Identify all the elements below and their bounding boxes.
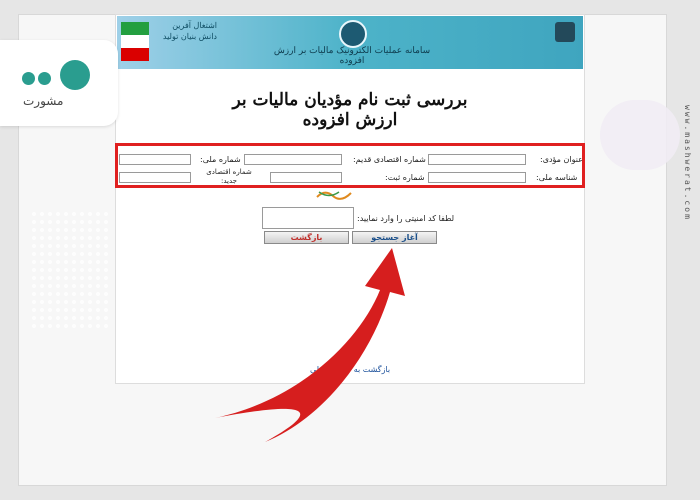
old-economic-code-input[interactable] bbox=[244, 154, 342, 165]
old-economic-code-label: شماره اقتصادی قدیم: bbox=[353, 155, 426, 164]
watermark-url: www.mashwerat.com bbox=[683, 105, 692, 221]
new-economic-code-label: شماره اقتصادی جدید: bbox=[206, 168, 252, 185]
banner-title: سامانه عملیات الکترونیک مالیات بر ارزش ا… bbox=[273, 46, 431, 66]
logo-text: مشورت bbox=[23, 94, 64, 108]
search-button[interactable]: آغاز جستجو bbox=[352, 231, 437, 244]
banner-slogan: اشتغال آفرین دانش بنیان تولید bbox=[162, 21, 217, 41]
taxpayer-title-input[interactable] bbox=[428, 154, 526, 165]
new-economic-code-input[interactable] bbox=[119, 172, 191, 183]
ministry-logo-icon bbox=[555, 22, 575, 42]
page-title: بررسی ثبت نام مؤدیان مالیات بر ارزش افزو… bbox=[232, 90, 468, 130]
decorative-dots bbox=[30, 210, 110, 330]
registration-number-label: شماره ثبت: bbox=[385, 173, 425, 182]
national-number-label: شماره ملی: bbox=[200, 155, 241, 164]
captcha-glyph-icon bbox=[316, 191, 352, 200]
return-home-link[interactable]: بازگشت به صفحه اصلی bbox=[310, 365, 390, 374]
mashwerat-logo: مشورت bbox=[0, 40, 118, 126]
tax-org-emblem-icon bbox=[339, 20, 367, 48]
logo-circle-icon bbox=[60, 60, 90, 90]
logo-dot-icon bbox=[22, 72, 35, 85]
decorative-shape bbox=[600, 100, 680, 170]
site-banner: اشتغال آفرین دانش بنیان تولید سامانه عمل… bbox=[117, 16, 583, 69]
logo-dot-icon bbox=[38, 72, 51, 85]
national-id-input[interactable] bbox=[428, 172, 526, 183]
national-number-input[interactable] bbox=[119, 154, 191, 165]
captcha-image bbox=[315, 188, 355, 200]
captcha-input[interactable] bbox=[262, 207, 354, 229]
registration-number-input[interactable] bbox=[270, 172, 342, 183]
taxpayer-title-label: عنوان مؤدی: bbox=[540, 155, 583, 164]
captcha-label: لطفا کد امنیتی را وارد نمایید: bbox=[357, 214, 455, 223]
back-button[interactable]: بازگشت bbox=[264, 231, 349, 244]
iran-flag-icon bbox=[121, 22, 149, 62]
national-id-label: شناسه ملی: bbox=[536, 173, 578, 182]
